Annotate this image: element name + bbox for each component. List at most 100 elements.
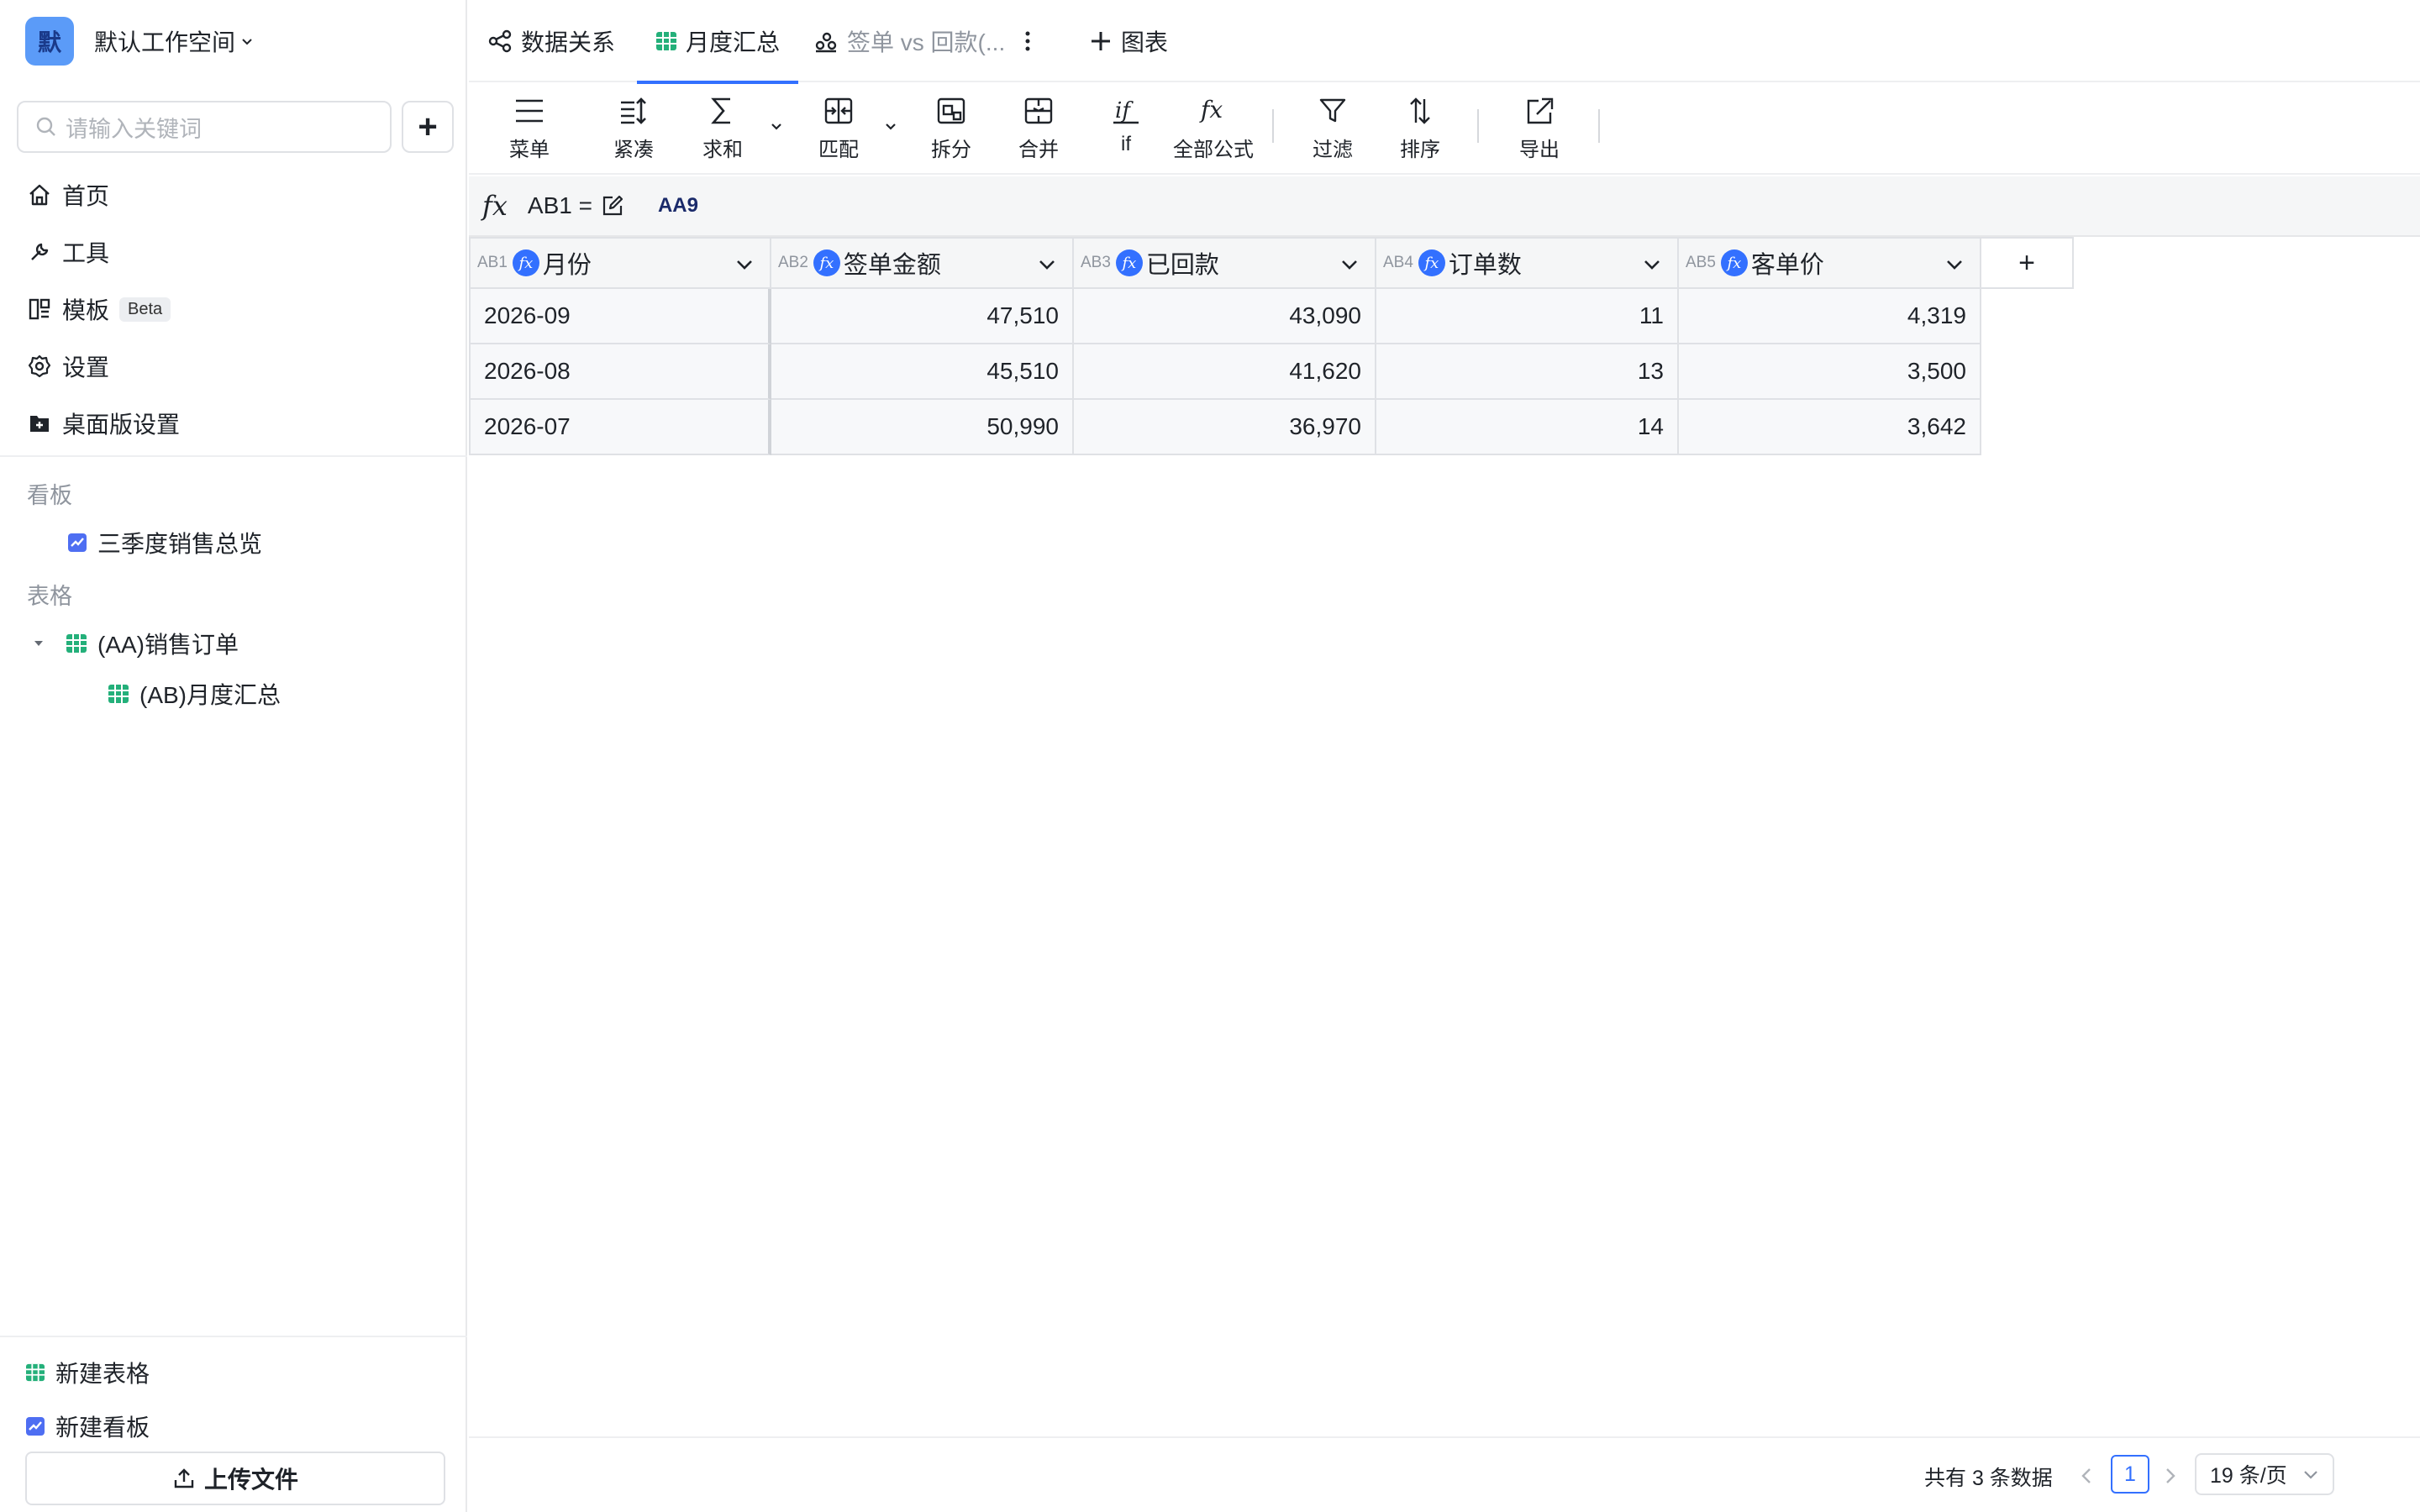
compact-icon	[618, 96, 650, 126]
table-icon	[655, 31, 677, 51]
new-table-button[interactable]: 新建表格	[25, 1356, 150, 1389]
workspace-name-button[interactable]: 默认工作空间	[94, 24, 254, 58]
column-header-signed-amount[interactable]: AB2 fx 签单金额	[771, 237, 1074, 289]
chevron-down-icon[interactable]	[1339, 255, 1360, 274]
filter-label: 过滤	[1313, 139, 1353, 161]
page-size-value: 19 条/页	[2210, 1464, 2287, 1488]
formula-value[interactable]: AA9	[658, 194, 698, 218]
formula-badge-icon: fx	[512, 249, 539, 276]
table-cell[interactable]: 50,990	[771, 400, 1074, 455]
split-icon	[935, 96, 967, 126]
workspace-switcher[interactable]: 默 默认工作空间	[25, 17, 254, 66]
add-button[interactable]: +	[402, 101, 454, 153]
table-cell[interactable]: 3,642	[1679, 400, 1981, 455]
formula-bar: fx AB1 = AA9	[469, 176, 2420, 237]
tab-data-relations[interactable]: 数据关系	[487, 0, 615, 82]
page-number-current[interactable]: 1	[2111, 1455, 2149, 1494]
nav-item-tools[interactable]: 工具	[25, 223, 180, 281]
chevron-down-icon[interactable]	[734, 255, 755, 274]
boards-group-title: 看板	[27, 483, 72, 508]
more-vertical-icon[interactable]	[1023, 29, 1032, 54]
column-header-month[interactable]: AB1 fx 月份	[469, 237, 771, 289]
column-header-order-count[interactable]: AB4 fx 订单数	[1376, 237, 1679, 289]
nav-item-home[interactable]: 首页	[25, 166, 180, 223]
match-dropdown-icon[interactable]	[884, 119, 897, 133]
chevron-right-icon[interactable]	[2163, 1467, 2178, 1485]
tables-group-title: 表格	[27, 584, 72, 609]
nav-label: 设置	[62, 354, 110, 381]
column-code: AB1	[477, 254, 508, 271]
plus-icon	[1089, 29, 1113, 53]
filter-button[interactable]: 过滤	[1291, 96, 1375, 162]
table-icon	[108, 684, 129, 704]
nav-item-desktop-settings[interactable]: 桌面版设置	[25, 395, 180, 452]
menu-label: 菜单	[509, 139, 550, 161]
upload-file-button[interactable]: 上传文件	[25, 1452, 445, 1505]
sort-button[interactable]: 排序	[1378, 96, 1462, 162]
table-item-sales-orders[interactable]: (AA)销售订单	[32, 627, 239, 660]
sigma-icon	[707, 96, 739, 126]
nav-item-templates[interactable]: 模板 Beta	[25, 281, 180, 338]
table-cell[interactable]: 13	[1376, 344, 1679, 400]
table-cell[interactable]: 2026-08	[469, 344, 771, 400]
template-icon	[25, 295, 54, 323]
split-button[interactable]: 拆分	[909, 96, 993, 162]
table-cell[interactable]: 11	[1376, 289, 1679, 344]
merge-button[interactable]: 合并	[997, 96, 1081, 162]
table-cell[interactable]: 14	[1376, 400, 1679, 455]
add-column-button[interactable]: +	[1981, 237, 2074, 289]
tab-monthly-summary[interactable]: 月度汇总	[637, 0, 799, 84]
formula-badge-icon: fx	[813, 249, 840, 276]
menu-button[interactable]: 菜单	[487, 96, 571, 162]
chevron-down-icon[interactable]	[1037, 255, 1057, 274]
board-icon	[25, 1416, 45, 1436]
add-chart-button[interactable]: 图表	[1089, 0, 1168, 82]
edit-icon[interactable]	[601, 194, 624, 218]
table-cell[interactable]: 3,500	[1679, 344, 1981, 400]
sum-dropdown-icon[interactable]	[770, 119, 783, 133]
table-cell[interactable]: 2026-07	[469, 400, 771, 455]
table-cell[interactable]: 4,319	[1679, 289, 1981, 344]
tab-label: 月度汇总	[686, 29, 781, 55]
svg-text:if: if	[1115, 98, 1134, 123]
tab-label: 签单 vs 回款(...	[847, 29, 1006, 55]
nav-item-settings[interactable]: 设置	[25, 338, 180, 395]
table-cell[interactable]: 36,970	[1074, 400, 1376, 455]
table-cell[interactable]: 2026-09	[469, 289, 771, 344]
chevron-down-icon[interactable]	[1642, 255, 1662, 274]
chevron-down-icon	[240, 34, 254, 48]
column-header-avg-order-value[interactable]: AB5 fx 客单价	[1679, 237, 1981, 289]
if-button[interactable]: if if	[1084, 96, 1168, 156]
chevron-left-icon[interactable]	[2079, 1467, 2094, 1485]
column-name: 月份	[542, 252, 592, 279]
sort-label: 排序	[1400, 139, 1440, 161]
column-code: AB4	[1383, 254, 1413, 271]
table-label: (AA)销售订单	[97, 632, 239, 658]
export-button[interactable]: 导出	[1497, 96, 1581, 162]
if-icon: if	[1110, 96, 1142, 126]
chevron-down-icon[interactable]	[1944, 255, 1965, 274]
sum-button[interactable]: 求和	[681, 96, 765, 162]
new-board-button[interactable]: 新建看板	[25, 1410, 150, 1443]
page-size-select[interactable]: 19 条/页	[2195, 1453, 2334, 1495]
nav-label: 工具	[62, 240, 110, 266]
match-icon	[823, 96, 855, 126]
table-cell[interactable]: 43,090	[1074, 289, 1376, 344]
search-input[interactable]: 请输入关键词	[17, 101, 392, 153]
table-item-monthly-summary[interactable]: (AB)月度汇总	[108, 677, 281, 711]
table-cell[interactable]: 45,510	[771, 344, 1074, 400]
board-item-q3-sales[interactable]: 三季度销售总览	[67, 526, 262, 559]
match-button[interactable]: 匹配	[797, 96, 881, 162]
compact-button[interactable]: 紧凑	[592, 96, 676, 162]
table-cell[interactable]: 41,620	[1074, 344, 1376, 400]
tab-signed-vs-received[interactable]: 签单 vs 回款(...	[813, 0, 1005, 82]
formula-cell-ref: AB1 =	[527, 192, 592, 218]
column-header-received[interactable]: AB3 fx 已回款	[1074, 237, 1376, 289]
nav-label: 桌面版设置	[62, 412, 181, 438]
all-formula-button[interactable]: fx 全部公式	[1171, 96, 1255, 162]
column-name: 已回款	[1145, 252, 1219, 279]
table-cell[interactable]: 47,510	[771, 289, 1074, 344]
caret-down-icon[interactable]	[32, 637, 45, 650]
filter-icon	[1317, 96, 1349, 126]
share-icon	[487, 29, 513, 54]
